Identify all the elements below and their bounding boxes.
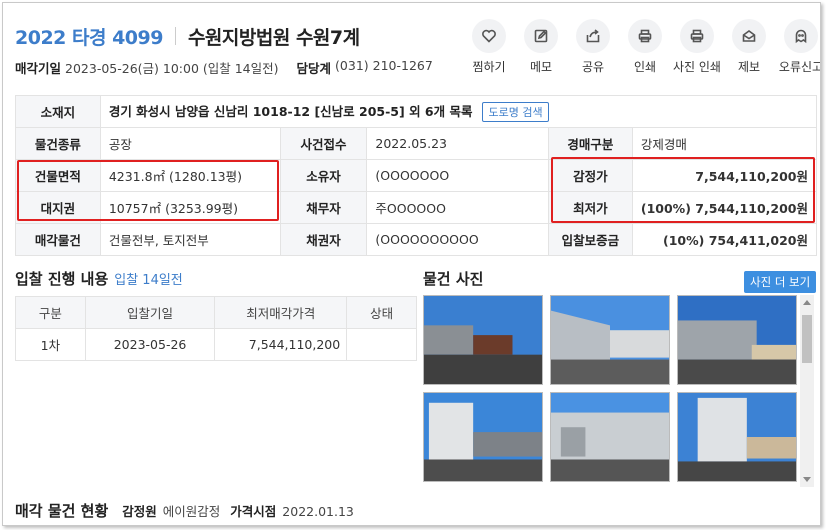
property-photo[interactable] [550, 295, 670, 385]
type-label: 물건종류 [15, 127, 101, 160]
photo-scrollbar[interactable] [800, 295, 814, 487]
auction-kind-label: 경매구분 [547, 127, 633, 160]
price-date-value: 2022.01.13 [282, 504, 354, 519]
debtor-value: 주OOOOOO [366, 191, 549, 224]
sale-status-header: 매각 물건 현황 감정원 에이원감정 가격시점 2022.01.13 [15, 500, 358, 521]
appraiser-label: 감정원 [122, 504, 157, 519]
owner-label: 소유자 [279, 159, 368, 192]
court-name: 수원지방법원 수원7계 [187, 26, 360, 49]
table-row: 매각물건 건물전부, 토지전부 채권자 (OOOOOOOOOO 입찰보증금 (1… [15, 223, 818, 256]
highlight-box-price [551, 157, 815, 223]
scroll-up-icon[interactable] [803, 300, 811, 305]
highlight-box-area [17, 160, 279, 221]
table-row: 1차 2023-05-26 7,544,110,200 [15, 328, 417, 361]
header: 2022 타경 4099 수원지방법원 수원7계 [15, 21, 360, 51]
property-photo[interactable] [677, 295, 797, 385]
bid-section-title: 입찰 진행 내용 입찰 14일전 [15, 270, 183, 288]
location-value: 경기 화성시 남양읍 신남리 1018-12 [신남로 205-5] 외 6개 … [108, 103, 473, 119]
contact-label: 담당계 [296, 61, 332, 76]
sale-items-value: 건물전부, 토지전부 [99, 223, 281, 256]
more-photos-button[interactable]: 사진 더 보기 [744, 271, 817, 293]
share-icon [586, 29, 600, 43]
heart-icon [482, 29, 496, 43]
owner-value: (OOOOOOO [366, 159, 549, 192]
bid-countdown: 입찰 14일전 [114, 273, 183, 288]
location-cell: 경기 화성시 남양읍 신남리 1018-12 [신남로 205-5] 외 6개 … [99, 95, 818, 128]
price-date-label: 가격시점 [230, 504, 277, 519]
scroll-down-icon[interactable] [803, 477, 811, 482]
bid-table: 구분 입찰기일 최저매각가격 상태 1차 2023-05-26 7,544,11… [15, 296, 417, 361]
photo-print-button[interactable]: 사진 인쇄 [671, 19, 723, 75]
property-photo[interactable] [423, 295, 543, 385]
deposit-value: (10%) 754,411,020원 [631, 223, 818, 256]
memo-button[interactable]: 메모 [515, 19, 567, 75]
photo-section-title: 물건 사진 [423, 270, 484, 288]
report-button[interactable]: 제보 [723, 19, 775, 75]
ghost-icon [795, 29, 807, 44]
photo-print-icon [690, 29, 704, 43]
auction-detail-window: 2022 타경 4099 수원지방법원 수원7계 매각기일 2023-05-26… [2, 2, 821, 526]
print-button[interactable]: 인쇄 [619, 19, 671, 75]
sale-status-title: 매각 물건 현황 [15, 502, 109, 520]
case-received-value: 2022.05.23 [366, 127, 549, 160]
creditor-value: (OOOOOOOOOO [366, 223, 549, 256]
report-icon [742, 30, 756, 42]
location-label: 소재지 [15, 95, 101, 128]
property-photo[interactable] [423, 392, 543, 482]
appraiser-value: 에이원감정 [162, 504, 221, 519]
creditor-label: 채권자 [279, 223, 368, 256]
type-value: 공장 [99, 127, 281, 160]
property-photo[interactable] [677, 392, 797, 482]
sale-date-label: 매각기일 [15, 61, 62, 76]
print-icon [638, 29, 652, 43]
case-received-label: 사건접수 [279, 127, 368, 160]
property-photo[interactable] [550, 392, 670, 482]
sale-date-value: 2023-05-26(금) 10:00 (입찰 14일전) [65, 61, 279, 76]
road-search-button[interactable]: 도로명 검색 [482, 102, 549, 123]
debtor-label: 채무자 [279, 191, 368, 224]
action-bar: 찜하기 메모 공유 인쇄 사진 인쇄 제보 오류신고 [463, 19, 820, 75]
table-row: 소재지 경기 화성시 남양읍 신남리 1018-12 [신남로 205-5] 외… [15, 95, 818, 128]
bid-table-header: 구분 입찰기일 최저매각가격 상태 [15, 296, 417, 329]
sub-info: 매각기일 2023-05-26(금) 10:00 (입찰 14일전) 담당계 (… [15, 58, 433, 77]
photo-grid [423, 295, 797, 487]
error-report-button[interactable]: 오류신고 [775, 19, 820, 75]
table-row: 물건종류 공장 사건접수 2022.05.23 경매구분 강제경매 [15, 127, 818, 160]
auction-kind-value: 강제경매 [631, 127, 818, 160]
share-button[interactable]: 공유 [567, 19, 619, 75]
scroll-thumb[interactable] [802, 315, 812, 363]
divider [174, 27, 176, 45]
contact-value: (031) 210-1267 [335, 58, 433, 73]
deposit-label: 입찰보증금 [547, 223, 633, 256]
memo-icon [534, 29, 548, 43]
case-number: 2022 타경 4099 [15, 26, 163, 49]
sale-items-label: 매각물건 [15, 223, 101, 256]
bookmark-button[interactable]: 찜하기 [463, 19, 515, 75]
